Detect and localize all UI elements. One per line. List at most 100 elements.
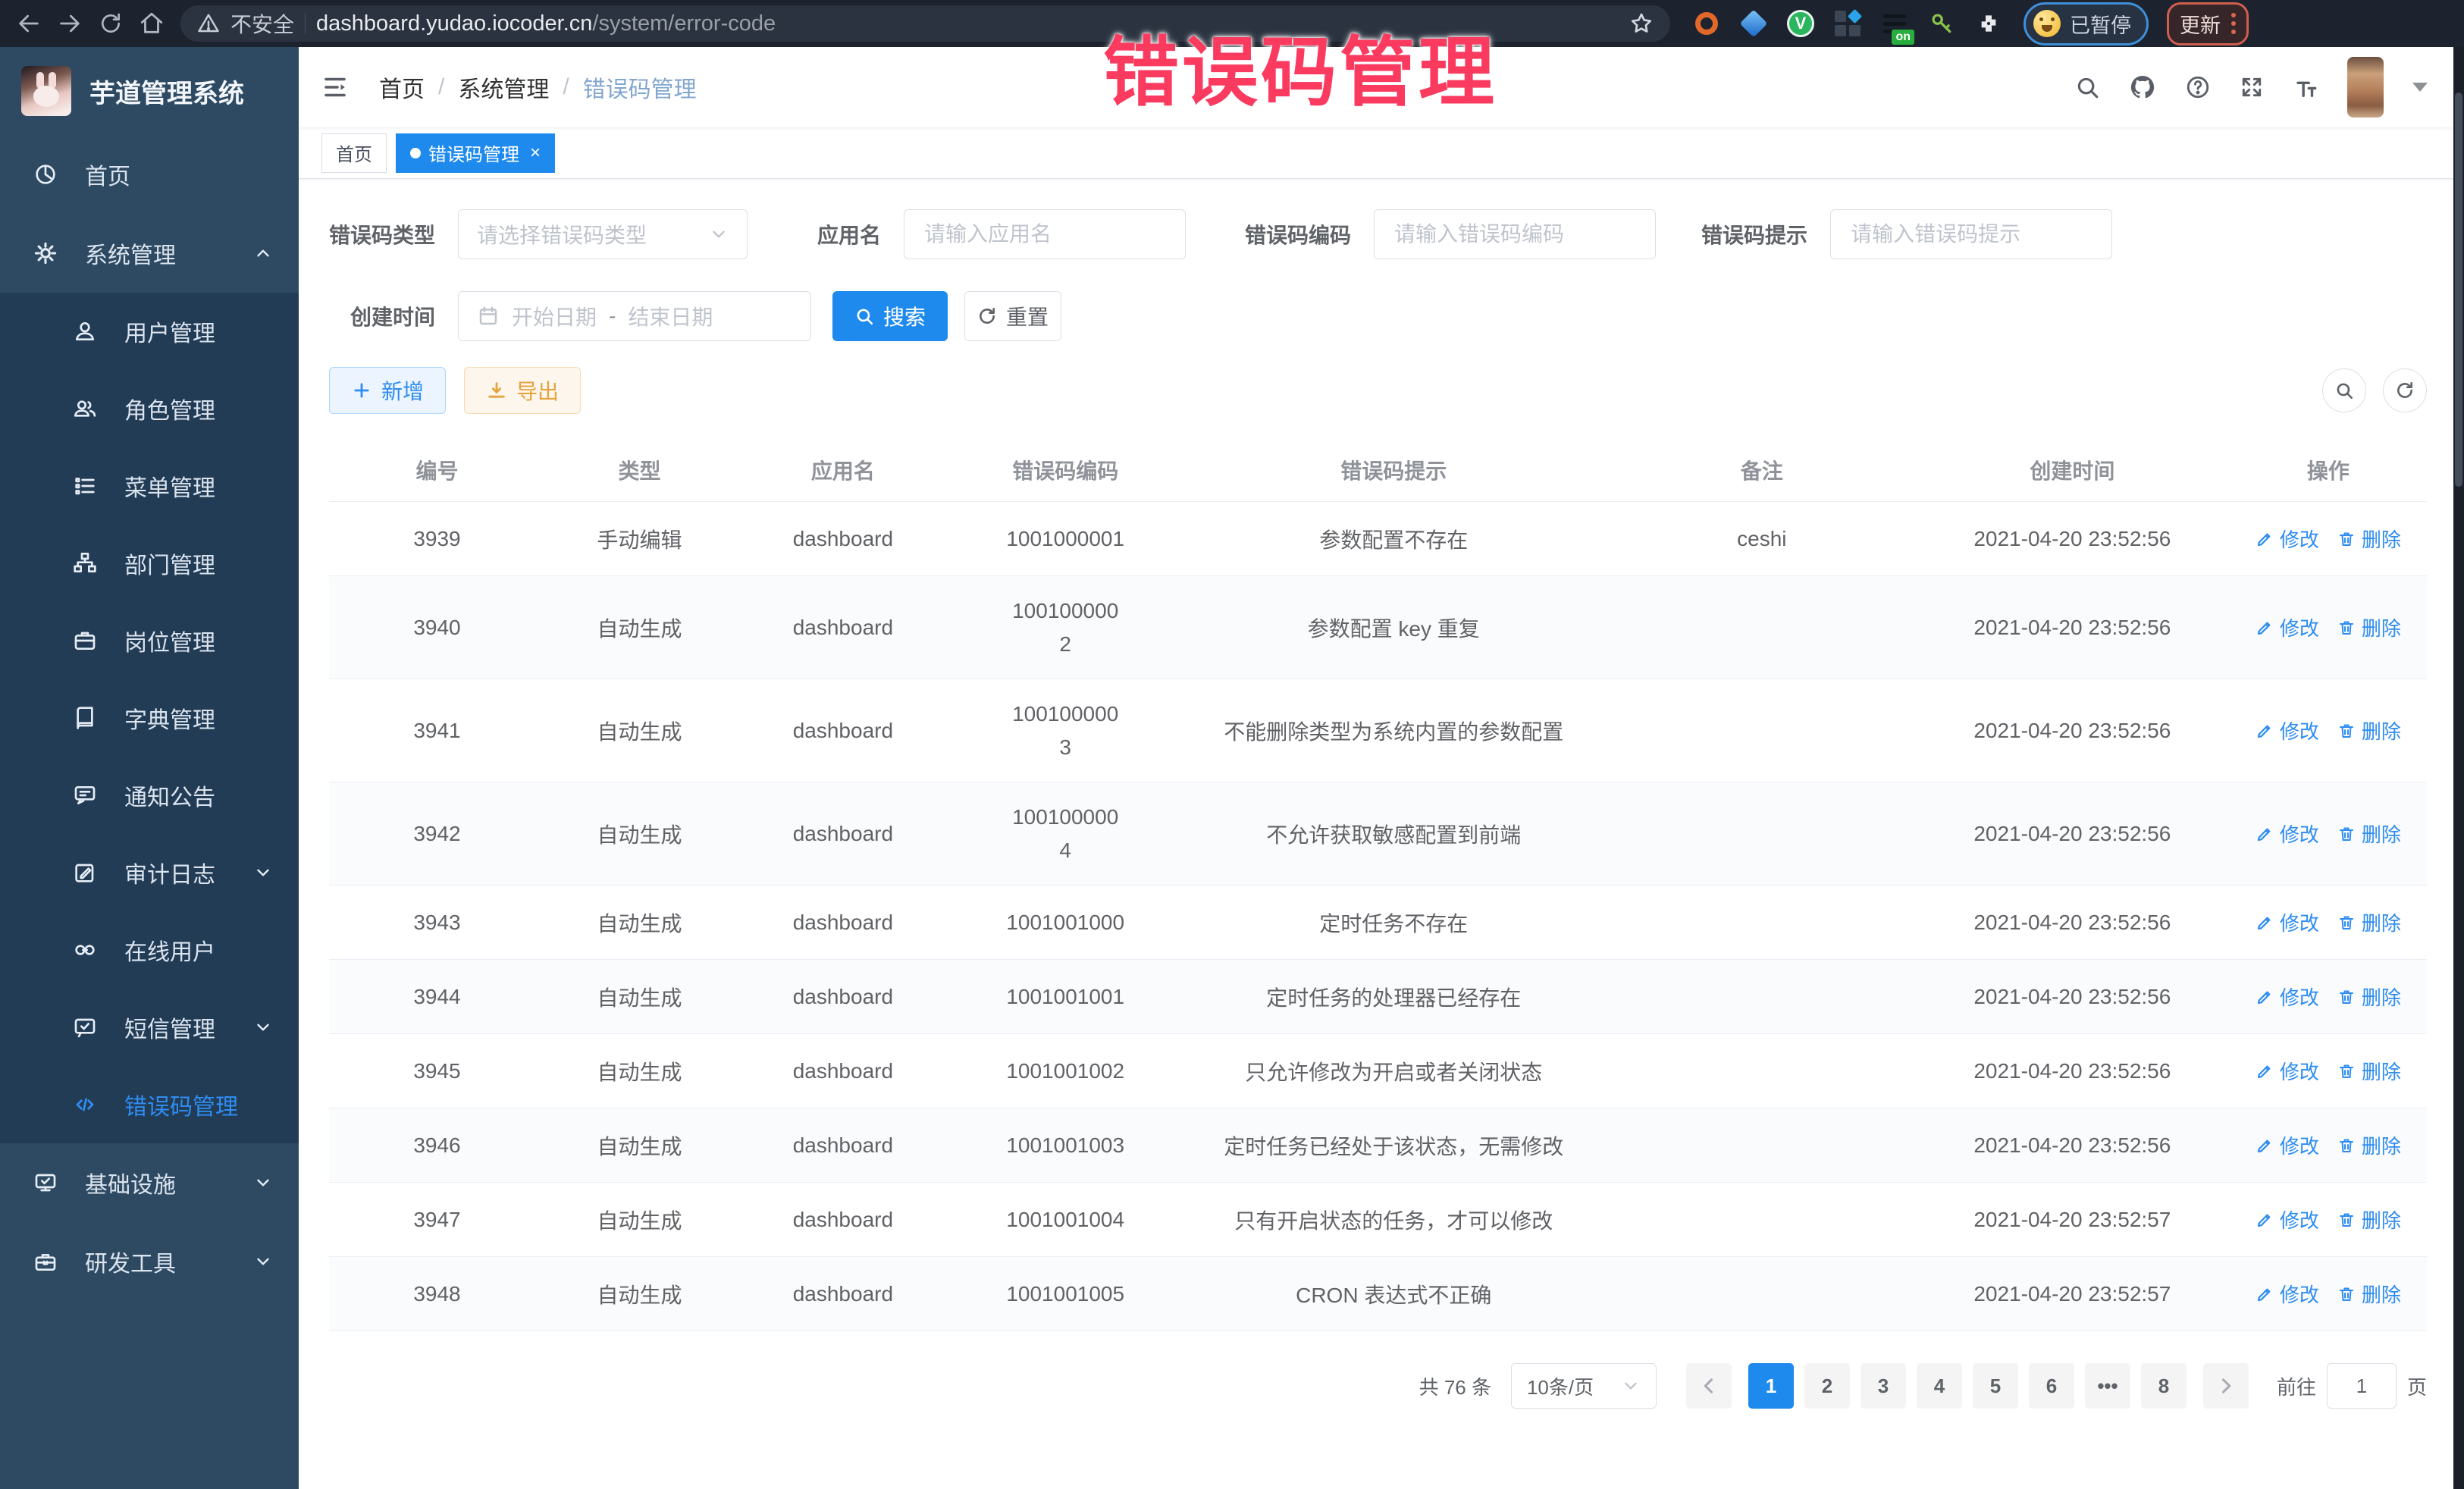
sidebar-item-部门管理[interactable]: 部门管理 xyxy=(0,525,299,602)
user-avatar[interactable] xyxy=(2347,57,2384,118)
edit-link[interactable]: 修改 xyxy=(2256,613,2319,641)
hamburger-icon[interactable] xyxy=(321,74,349,101)
delete-link[interactable]: 删除 xyxy=(2337,716,2401,744)
prev-page-button[interactable] xyxy=(1686,1363,1732,1409)
delete-link[interactable]: 删除 xyxy=(2337,1205,2401,1234)
sidebar-item-在线用户[interactable]: 在线用户 xyxy=(0,911,299,989)
sidebar-item-审计日志[interactable]: 审计日志 xyxy=(0,834,299,911)
sidebar-item-短信管理[interactable]: 短信管理 xyxy=(0,989,299,1066)
refresh-table-button[interactable] xyxy=(2383,368,2427,412)
row-id: 3946 xyxy=(329,1133,545,1158)
puzzle-extensions-icon[interactable] xyxy=(1973,8,2004,39)
delete-link[interactable]: 删除 xyxy=(2337,1280,2401,1308)
sidebar-item-错误码管理[interactable]: 错误码管理 xyxy=(0,1066,299,1143)
delete-icon xyxy=(2337,1136,2356,1155)
add-button[interactable]: 新增 xyxy=(329,367,446,414)
font-size-icon[interactable] xyxy=(2293,74,2318,100)
breadcrumb-home[interactable]: 首页 xyxy=(379,71,425,104)
forward-icon[interactable] xyxy=(53,7,86,40)
blue-gem-extension-icon[interactable] xyxy=(1738,8,1769,39)
fullscreen-icon[interactable] xyxy=(2240,75,2264,99)
address-bar[interactable]: 不安全 dashboard.yudao.iocoder.cn/system/er… xyxy=(180,5,1670,42)
browser-menu-icon[interactable] xyxy=(2231,13,2236,34)
orange-ring-extension-icon[interactable] xyxy=(1691,8,1722,39)
more-pages-button[interactable]: ••• xyxy=(2085,1363,2130,1409)
page-button-6[interactable]: 6 xyxy=(2029,1363,2074,1409)
help-icon[interactable] xyxy=(2185,74,2211,100)
delete-link[interactable]: 删除 xyxy=(2337,1057,2401,1085)
export-button[interactable]: 导出 xyxy=(464,367,581,414)
error-msg-input[interactable] xyxy=(1849,221,2093,247)
error-type-select[interactable]: 请选择错误码类型 xyxy=(458,209,748,259)
column-header-错误码编码: 错误码编码 xyxy=(952,455,1179,485)
sidebar-item-角色管理[interactable]: 角色管理 xyxy=(0,370,299,447)
github-icon[interactable] xyxy=(2129,74,2156,101)
caret-down-icon[interactable] xyxy=(2412,83,2428,92)
delete-link[interactable]: 删除 xyxy=(2337,525,2401,553)
edit-link[interactable]: 修改 xyxy=(2256,1131,2319,1159)
next-page-button[interactable] xyxy=(2203,1363,2249,1409)
sidebar-item-首页[interactable]: 首页 xyxy=(0,135,299,214)
sidebar-item-字典管理[interactable]: 字典管理 xyxy=(0,679,299,757)
delete-link[interactable]: 删除 xyxy=(2337,983,2401,1011)
page-button-1[interactable]: 1 xyxy=(1748,1363,1794,1409)
chevron-down-icon xyxy=(253,1173,273,1193)
browser-update-button[interactable]: 更新 xyxy=(2167,2,2249,45)
row-message: 只允许修改为开启或者关闭状态 xyxy=(1179,1056,1609,1086)
sidebar-item-研发工具[interactable]: 研发工具 xyxy=(0,1222,299,1301)
edit-link[interactable]: 修改 xyxy=(2256,525,2319,553)
sidebar-item-系统管理[interactable]: 系统管理 xyxy=(0,214,299,293)
search-button[interactable]: 搜索 xyxy=(832,291,948,341)
not-secure-warning-icon xyxy=(197,12,220,35)
page-button-5[interactable]: 5 xyxy=(1973,1363,2018,1409)
tab-首页[interactable]: 首页 xyxy=(321,133,387,173)
page-button-3[interactable]: 3 xyxy=(1861,1363,1906,1409)
app-name-input[interactable] xyxy=(923,221,1167,247)
edit-link[interactable]: 修改 xyxy=(2256,1205,2319,1234)
reload-icon[interactable] xyxy=(94,7,127,40)
app-logo-row[interactable]: 芋道管理系统 xyxy=(0,47,299,135)
bookmark-star-icon[interactable] xyxy=(1629,11,1654,36)
home-icon[interactable] xyxy=(135,7,168,40)
reset-button[interactable]: 重置 xyxy=(964,291,1061,341)
edit-link[interactable]: 修改 xyxy=(2256,1057,2319,1085)
delete-link[interactable]: 删除 xyxy=(2337,820,2401,848)
search-icon[interactable] xyxy=(2074,74,2100,100)
row-actions: 修改 删除 xyxy=(2230,908,2427,936)
edit-link[interactable]: 修改 xyxy=(2256,716,2319,744)
delete-link[interactable]: 删除 xyxy=(2337,1131,2401,1159)
error-code-input[interactable] xyxy=(1393,221,1637,247)
edit-link[interactable]: 修改 xyxy=(2256,908,2319,936)
key-extension-icon[interactable] xyxy=(1926,8,1957,39)
row-app: dashboard xyxy=(734,822,952,846)
page-button-8[interactable]: 8 xyxy=(2141,1363,2187,1409)
sidebar-item-基础设施[interactable]: 基础设施 xyxy=(0,1143,299,1222)
delete-link[interactable]: 删除 xyxy=(2337,908,2401,936)
sidebar-item-岗位管理[interactable]: 岗位管理 xyxy=(0,602,299,679)
page-size-select[interactable]: 10条/页 xyxy=(1511,1363,1657,1409)
sidebar-item-用户管理[interactable]: 用户管理 xyxy=(0,293,299,370)
edit-link[interactable]: 修改 xyxy=(2256,820,2319,848)
sidebar-item-通知公告[interactable]: 通知公告 xyxy=(0,757,299,834)
edit-link[interactable]: 修改 xyxy=(2256,983,2319,1011)
vue-devtools-icon[interactable]: V xyxy=(1785,8,1816,39)
scrollbar-thumb[interactable] xyxy=(2455,92,2462,487)
page-button-4[interactable]: 4 xyxy=(1917,1363,1962,1409)
row-created: 2021-04-20 23:52:56 xyxy=(1915,719,2230,743)
breadcrumb-system[interactable]: 系统管理 xyxy=(458,71,549,104)
sidebar-item-菜单管理[interactable]: 菜单管理 xyxy=(0,447,299,525)
tab-错误码管理[interactable]: 错误码管理× xyxy=(396,133,555,173)
toggle-search-button[interactable] xyxy=(2322,368,2366,412)
close-icon[interactable]: × xyxy=(530,144,541,162)
back-icon[interactable] xyxy=(12,7,45,40)
goto-page-input[interactable]: 1 xyxy=(2327,1363,2397,1409)
profile-paused-pill[interactable]: 已暂停 xyxy=(2024,2,2149,45)
edit-link[interactable]: 修改 xyxy=(2256,1280,2319,1308)
delete-link[interactable]: 删除 xyxy=(2337,613,2401,641)
blue-grid-extension-icon[interactable] xyxy=(1832,8,1863,39)
date-range-picker[interactable]: 开始日期 - 结束日期 xyxy=(458,291,811,341)
page-button-2[interactable]: 2 xyxy=(1804,1363,1850,1409)
switch-on-extension-icon[interactable]: on xyxy=(1879,8,1910,39)
browser-scrollbar[interactable] xyxy=(2453,47,2464,1489)
error-type-select-placeholder: 请选择错误码类型 xyxy=(477,219,647,249)
